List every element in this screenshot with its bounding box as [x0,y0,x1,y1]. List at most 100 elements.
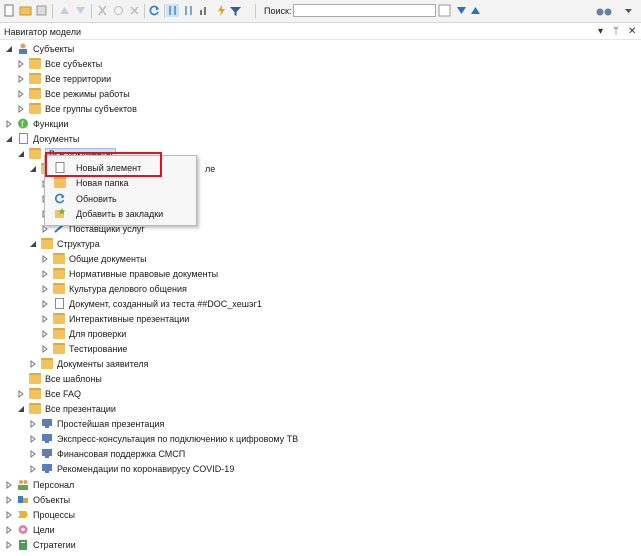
panel-dropdown-icon[interactable]: ▾ [598,26,603,37]
tree-item-all-modes[interactable]: Все режимы работы [17,86,130,101]
tree-item-label: Персонал [33,479,75,490]
collapsed-arrow-icon[interactable] [41,269,49,278]
folder-icon [29,103,41,114]
expanded-arrow-icon[interactable] [29,240,37,248]
tree-item-financial-support[interactable]: Финансовая поддержка СМСП [29,446,185,461]
search-options-icon[interactable] [438,4,451,17]
open-folder-icon[interactable] [19,4,32,17]
collapsed-arrow-icon[interactable] [17,89,25,98]
collapsed-arrow-icon[interactable] [29,449,37,458]
collapsed-arrow-icon[interactable] [17,74,25,83]
collapsed-arrow-icon[interactable] [17,389,25,398]
tree-item-test-doc[interactable]: Документ, созданный из теста ##DOC_xeшэг… [41,296,262,311]
tree-item-functions[interactable]: f Функции [5,116,68,131]
folder-icon [53,283,65,294]
folder-icon [53,313,65,324]
tree-item-express-consult[interactable]: Экспресс-консультация по подключению к ц… [29,431,298,446]
expanded-arrow-icon[interactable] [5,45,13,53]
tree-item-goals[interactable]: Цели [5,522,55,537]
tree-item-strategies[interactable]: Стратегии [5,537,76,552]
tree-item-all-faq[interactable]: Все FAQ [17,386,81,401]
tree-item-all-presentations[interactable]: Все презентации [17,401,116,416]
tree-item-documents[interactable]: Документы [5,131,79,146]
tree-item-processes[interactable]: Процессы [5,507,75,522]
tree-item-regulatory-docs[interactable]: Нормативные правовые документы [41,266,218,281]
tree-item-all-templates[interactable]: Все шаблоны [17,371,102,386]
folder-icon [41,358,53,369]
collapsed-arrow-icon[interactable] [29,464,37,473]
refresh-icon[interactable] [148,4,161,17]
tree-item-all-groups[interactable]: Все группы субъектов [17,101,137,116]
collapsed-arrow-icon[interactable] [5,510,13,519]
menu-item-new-folder[interactable]: Новая папка [45,175,196,190]
tree-item-structure[interactable]: Структура [29,236,100,251]
collapsed-arrow-icon[interactable] [29,434,37,443]
search-input[interactable] [293,4,436,17]
tree-item-label: Для проверки [69,328,127,339]
more-icon[interactable] [622,4,635,17]
collapsed-arrow-icon[interactable] [17,59,25,68]
new-file-icon[interactable] [3,4,16,17]
sort-asc-icon[interactable] [166,4,179,17]
menu-item-add-bookmarks[interactable]: Добавить в закладки [45,206,196,221]
tree-item-all-subjects[interactable]: Все субъекты [17,56,102,71]
collapsed-arrow-icon[interactable] [5,540,13,549]
menu-item-label: Обновить [76,193,117,204]
tree-item-label: Общие документы [69,253,147,264]
collapsed-arrow-icon[interactable] [29,419,37,428]
expanded-arrow-icon[interactable] [17,405,25,413]
collapsed-arrow-icon[interactable] [5,480,13,489]
tree-item-business-culture[interactable]: Культура делового общения [41,281,187,296]
folder-icon [29,403,41,414]
folder-icon [29,73,41,84]
collapsed-arrow-icon[interactable] [41,314,49,323]
collapsed-arrow-icon[interactable] [41,299,49,308]
document-icon [55,298,64,309]
tree-item-personnel[interactable]: Персонал [5,477,74,492]
collapsed-arrow-icon[interactable] [41,254,49,263]
tree-item-general-docs[interactable]: Общие документы [41,251,147,266]
collapsed-arrow-icon[interactable] [41,344,49,353]
collapsed-arrow-icon[interactable] [41,329,49,338]
cut-icon[interactable] [96,4,109,17]
search-next-icon[interactable] [455,4,468,17]
tree-item-objects[interactable]: Объекты [5,492,70,507]
tree-item-label: Функции [33,118,69,129]
move-up-icon[interactable] [58,4,71,17]
tree-item-simple-pres[interactable]: Простейшая презентация [29,416,164,431]
tree-item-testing[interactable]: Тестирование [41,341,127,356]
move-down-icon[interactable] [74,4,87,17]
filter-icon[interactable] [229,4,242,17]
lightning-icon[interactable] [215,4,228,17]
expanded-arrow-icon[interactable] [17,150,25,158]
tree-item-label: Культура делового общения [69,283,187,294]
binoculars-icon[interactable] [595,4,613,17]
expanded-arrow-icon[interactable] [29,165,37,173]
tree-item-covid-reco[interactable]: Рекомендации по коронавирусу COVID-19 [29,461,234,476]
menu-item-refresh[interactable]: Обновить [45,191,196,206]
monitor-icon [42,419,52,428]
panel-pin-icon[interactable]: ᛘ [613,26,619,37]
tree-item-applicant-docs[interactable]: Документы заявителя [29,356,149,371]
delete-icon[interactable] [128,4,141,17]
folder-icon [53,343,65,354]
undo-icon[interactable] [112,4,125,17]
list-icon[interactable] [35,4,48,17]
tree-item-label: Все презентации [45,403,116,414]
collapsed-arrow-icon[interactable] [5,525,13,534]
tree-item-interactive-pres[interactable]: Интерактивные презентации [41,311,189,326]
chart-icon[interactable] [198,4,211,17]
collapsed-arrow-icon[interactable] [5,495,13,504]
tree-item-subjects[interactable]: Субъекты [5,41,74,56]
search-prev-icon[interactable] [469,4,482,17]
tree-item-for-check[interactable]: Для проверки [41,326,126,341]
expanded-arrow-icon[interactable] [5,135,13,143]
panel-close-icon[interactable]: ✕ [628,26,636,37]
collapsed-arrow-icon[interactable] [17,104,25,113]
collapsed-arrow-icon[interactable] [5,119,13,128]
tree-item-all-territories[interactable]: Все территории [17,71,111,86]
collapsed-arrow-icon[interactable] [41,284,49,293]
sort-desc-icon[interactable] [182,4,195,17]
tree-item-label: Все субъекты [45,58,103,69]
collapsed-arrow-icon[interactable] [29,359,37,368]
